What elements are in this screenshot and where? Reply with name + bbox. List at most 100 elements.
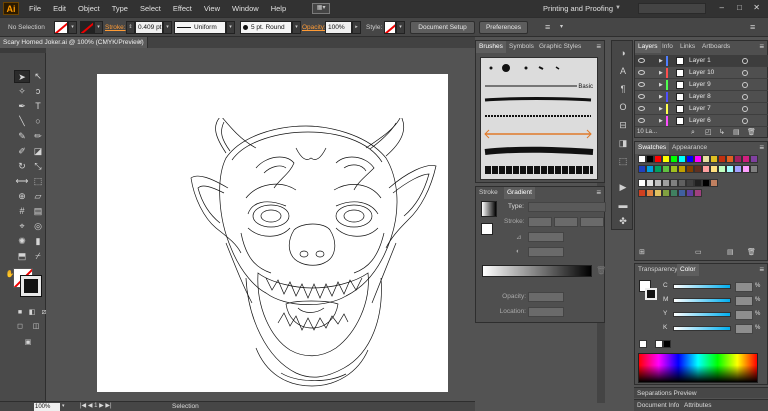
visibility-eye-icon[interactable]: [638, 94, 645, 99]
preferences-button[interactable]: Preferences: [479, 21, 528, 34]
tab-appearance[interactable]: Appearance: [669, 142, 710, 154]
delete-layer-icon[interactable]: 🗑: [747, 127, 756, 138]
tab-color[interactable]: Color: [677, 264, 699, 276]
magic-wand-tool-icon[interactable]: ✧: [14, 85, 30, 98]
actions-panel-icon[interactable]: ▶: [616, 181, 630, 193]
slice-tool-icon[interactable]: ⌿: [30, 250, 46, 263]
fill-color-swatch[interactable]: [54, 21, 68, 34]
target-circle-icon[interactable]: [742, 106, 748, 112]
panel-menu-icon[interactable]: ≡: [759, 265, 764, 274]
color-swatch[interactable]: [702, 155, 710, 163]
tab-brushes[interactable]: Brushes: [476, 41, 506, 53]
graphic-style-swatch[interactable]: [384, 21, 396, 34]
pen-tool-icon[interactable]: ✒: [14, 100, 30, 113]
target-circle-icon[interactable]: [742, 70, 748, 76]
pencil-tool-icon[interactable]: ✏: [30, 130, 46, 143]
color-spectrum[interactable]: [638, 353, 758, 383]
brush-list[interactable]: Basic: [480, 57, 598, 180]
tab-links[interactable]: Links: [677, 41, 698, 53]
color-swatch[interactable]: [750, 155, 758, 163]
new-sublayer-icon[interactable]: ↳: [719, 127, 725, 138]
gradient-aspect-field[interactable]: [528, 247, 564, 257]
color-swatch[interactable]: [646, 155, 654, 163]
color-swatch[interactable]: [710, 179, 718, 187]
color-swatch[interactable]: [662, 189, 670, 197]
tab-artboards[interactable]: Artboards: [699, 41, 733, 53]
color-swatch[interactable]: [654, 155, 662, 163]
target-circle-icon[interactable]: [742, 94, 748, 100]
color-swatch[interactable]: [710, 155, 718, 163]
color-swatch[interactable]: [638, 165, 646, 173]
tab-graphic-styles[interactable]: Graphic Styles: [536, 41, 584, 53]
visibility-eye-icon[interactable]: [638, 82, 645, 87]
gradient-type-select[interactable]: [528, 202, 606, 212]
layer-row[interactable]: ▶ Layer 10: [635, 67, 768, 79]
width-tool-icon[interactable]: ⟷: [14, 175, 30, 188]
color-guide-icon[interactable]: ◑: [616, 47, 630, 59]
tab-swatches[interactable]: Swatches: [635, 142, 670, 154]
workspace-switcher[interactable]: Printing and Proofing: [543, 0, 613, 17]
gradient-slider[interactable]: [482, 265, 592, 277]
character-panel-icon[interactable]: A: [616, 65, 630, 77]
color-swatch[interactable]: [694, 189, 702, 197]
channel-slider[interactable]: [673, 326, 731, 331]
expand-triangle-icon[interactable]: ▶: [659, 79, 663, 91]
panel-menu-icon[interactable]: ≡: [596, 42, 601, 51]
menu-view[interactable]: View: [198, 0, 226, 17]
color-swatch[interactable]: [718, 165, 726, 173]
direct-selection-tool-icon[interactable]: ↖: [30, 70, 46, 83]
tab-document-info[interactable]: Document Info: [637, 402, 679, 409]
draw-normal-icon[interactable]: ◻: [12, 320, 28, 333]
white-color-icon[interactable]: [655, 340, 663, 348]
panel-grip[interactable]: [0, 48, 46, 53]
color-swatch[interactable]: [646, 189, 654, 197]
color-swatch[interactable]: [686, 179, 694, 187]
color-swatch[interactable]: [670, 189, 678, 197]
color-swatch[interactable]: [678, 165, 686, 173]
trash-icon[interactable]: 🗑: [596, 266, 606, 275]
menu-select[interactable]: Select: [134, 0, 167, 17]
color-swatch[interactable]: [726, 155, 734, 163]
chevron-down-icon[interactable]: ▼: [615, 0, 621, 17]
brush-dropdown[interactable]: ▾: [292, 21, 301, 34]
fill-dropdown[interactable]: ▾: [68, 21, 77, 34]
align-icon[interactable]: ≡: [545, 21, 550, 34]
align-panel-icon[interactable]: ⊟: [616, 119, 630, 131]
color-swatch[interactable]: [694, 179, 702, 187]
color-swatch[interactable]: [646, 179, 654, 187]
color-swatch[interactable]: [646, 165, 654, 173]
column-graph-tool-icon[interactable]: ▮: [30, 235, 46, 248]
style-dropdown[interactable]: ▾: [396, 21, 405, 34]
visibility-eye-icon[interactable]: [638, 106, 645, 111]
close-window-button[interactable]: ✕: [753, 3, 760, 13]
chevron-down-icon[interactable]: ▾: [560, 21, 563, 34]
stroke-gradient-option[interactable]: [528, 217, 552, 227]
color-swatch[interactable]: [686, 189, 694, 197]
chevron-down-icon[interactable]: ▾: [62, 402, 65, 411]
gradient-opacity-field[interactable]: [528, 292, 564, 302]
channel-slider[interactable]: [673, 298, 731, 303]
brush-definition[interactable]: 5 pt. Round: [240, 21, 292, 34]
draw-behind-icon[interactable]: ◫: [28, 320, 44, 333]
search-help-input[interactable]: [638, 3, 706, 14]
visibility-eye-icon[interactable]: [638, 58, 645, 63]
tab-info[interactable]: Info: [659, 41, 676, 53]
tab-stroke[interactable]: Stroke: [476, 187, 501, 199]
color-swatch[interactable]: [718, 155, 726, 163]
shape-builder-tool-icon[interactable]: ⊕: [14, 190, 30, 203]
arrange-documents-icon[interactable]: ▦▾: [312, 3, 331, 14]
artboard[interactable]: [97, 74, 448, 392]
layer-row[interactable]: ▶ Layer 6: [635, 115, 768, 127]
color-swatch[interactable]: [702, 165, 710, 173]
color-swatch[interactable]: [678, 189, 686, 197]
new-color-group-icon[interactable]: ▭: [695, 248, 702, 256]
eraser-tool-icon[interactable]: ◪: [30, 145, 46, 158]
color-swatch[interactable]: [702, 179, 710, 187]
transform-panel-icon[interactable]: ⬚: [616, 155, 630, 167]
tab-gradient[interactable]: Gradient: [504, 187, 535, 199]
gradient-preview[interactable]: [481, 201, 497, 217]
layer-name[interactable]: Layer 6: [689, 115, 711, 127]
status-mode[interactable]: Selection: [172, 402, 199, 411]
rotate-tool-icon[interactable]: ↻: [14, 160, 30, 173]
color-swatch[interactable]: [734, 165, 742, 173]
